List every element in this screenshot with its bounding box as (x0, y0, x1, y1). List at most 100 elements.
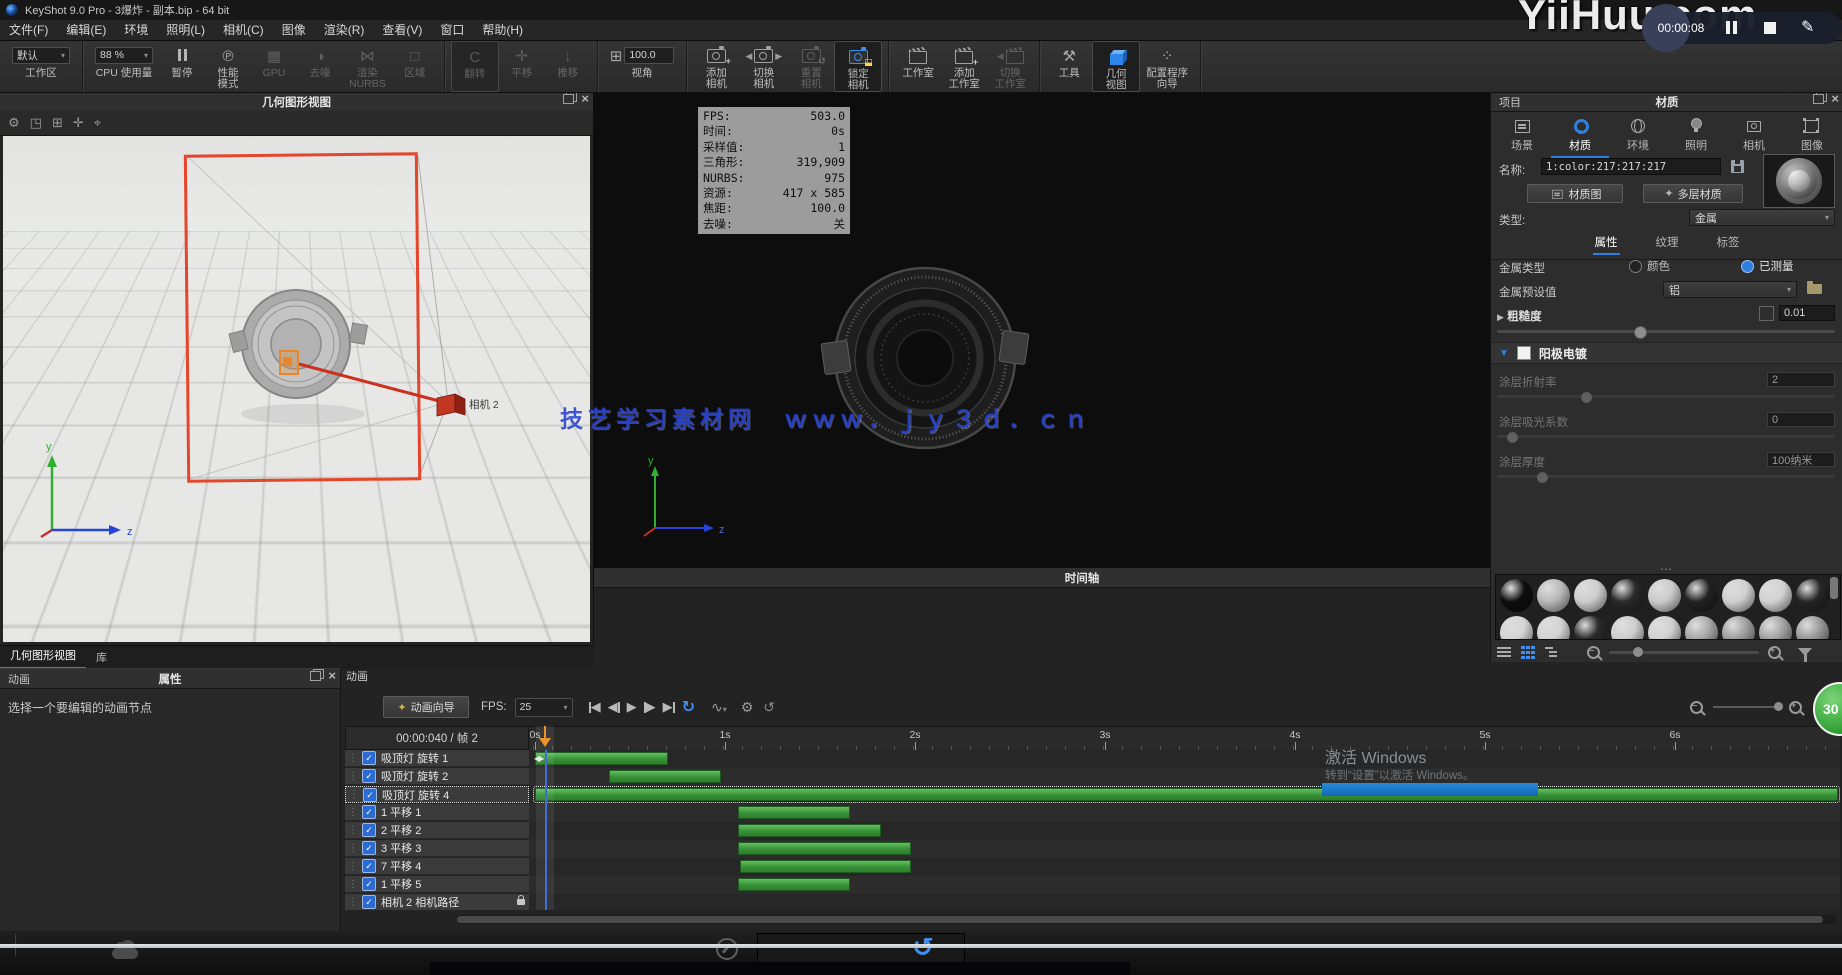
denoise-button[interactable]: ◑去噪 (297, 41, 343, 92)
material-name-field[interactable]: 1:color:217:217:217 (1541, 158, 1721, 175)
next-arrow-icon[interactable]: ▶ (775, 51, 782, 62)
performance-mode-button[interactable]: ℗性能模式 (205, 41, 251, 92)
track-name-row[interactable]: ⋮✓吸顶灯 旋转 1 (345, 750, 529, 767)
go-to-end-button[interactable]: ▶ (661, 699, 677, 715)
texture-checker-icon[interactable] (1759, 306, 1774, 321)
drag-dots-icon[interactable]: ⋮ (348, 879, 357, 890)
animation-bar[interactable] (738, 806, 850, 819)
library-material-9[interactable] (1498, 614, 1535, 640)
anodized-checkbox[interactable] (1517, 346, 1531, 360)
roughness-value-field[interactable]: 0.01 (1779, 305, 1835, 321)
track-checkbox[interactable]: ✓ (362, 769, 376, 783)
menu-item-7[interactable]: 查看(V) (373, 20, 431, 40)
radio-color[interactable]: 颜色 (1629, 258, 1670, 274)
configurator-wizard-button[interactable]: ⁘配置程序向导 (1140, 41, 1194, 92)
menu-item-0[interactable]: 文件(F) (0, 20, 57, 40)
timeline-scrollbar[interactable] (457, 915, 1837, 924)
material-type-select[interactable]: 金属▾ (1689, 209, 1835, 226)
library-material-0[interactable] (1498, 577, 1535, 614)
track-checkbox[interactable]: ✓ (362, 823, 376, 837)
playhead-line[interactable] (545, 750, 547, 910)
library-material-13[interactable] (1646, 614, 1683, 640)
drag-dots-icon[interactable]: ⋮ (349, 789, 358, 800)
grid-view-icon[interactable] (1521, 646, 1536, 659)
timeline-zoom-in-icon[interactable]: + (1789, 701, 1802, 714)
library-material-7[interactable] (1757, 577, 1794, 614)
coating-value-2[interactable]: 100纳米 (1767, 452, 1835, 467)
animation-wizard-button[interactable]: ✦动画向导 (383, 696, 469, 718)
thumbnail-size-slider[interactable] (1609, 651, 1759, 654)
tab-library[interactable]: 库 (86, 646, 117, 669)
float-window-icon[interactable] (1813, 94, 1824, 104)
expand-arrow-icon[interactable]: ▶ (1497, 312, 1504, 322)
drag-dots-icon[interactable]: ⋮ (348, 807, 357, 818)
geometry-view-button[interactable]: 几何视图 (1092, 41, 1140, 92)
play-button[interactable]: ▶ (625, 699, 639, 715)
field-of-view-button[interactable]: ⊞100.0视角 (604, 41, 681, 92)
library-material-2[interactable] (1572, 577, 1609, 614)
track-checkbox[interactable]: ✓ (362, 877, 376, 891)
track-checkbox[interactable]: ✓ (363, 788, 377, 802)
pan-button[interactable]: ✛平移 (499, 41, 545, 92)
menu-item-4[interactable]: 相机(C) (214, 20, 273, 40)
nav-tab-lighting[interactable]: 照明 (1667, 114, 1725, 159)
close-icon[interactable]: × (328, 671, 336, 681)
track-name-row[interactable]: ⋮✓1 平移 5 (345, 876, 529, 893)
switch-studio-button[interactable]: ◀切换工作室 (987, 41, 1033, 92)
gear-icon[interactable]: ⚙ (8, 115, 20, 131)
workspace-button[interactable]: 默认▾工作区 (6, 41, 76, 92)
coating-value-1[interactable]: 0 (1767, 412, 1835, 427)
drag-dots-icon[interactable]: ⋮ (348, 861, 357, 872)
menu-item-1[interactable]: 编辑(E) (57, 20, 115, 40)
track-checkbox[interactable]: ✓ (362, 859, 376, 873)
animation-bar[interactable] (738, 878, 850, 891)
menu-item-9[interactable]: 帮助(H) (473, 20, 532, 40)
track-name-row[interactable]: ⋮✓吸顶灯 旋转 4 (345, 786, 529, 803)
library-material-16[interactable] (1757, 614, 1794, 640)
filter-icon[interactable] (1798, 648, 1812, 656)
track-name-row[interactable]: ⋮✓7 平移 4 (345, 858, 529, 875)
tab-geometry-view[interactable]: 几何图形视图 (0, 644, 86, 669)
recorder-stop-icon[interactable] (1764, 22, 1776, 37)
library-material-5[interactable] (1683, 577, 1720, 614)
save-material-icon[interactable] (1731, 160, 1744, 173)
playhead-marker[interactable] (539, 738, 551, 747)
lock-camera-button[interactable]: ⬓锁定相机 (834, 41, 882, 92)
coating-slider-0[interactable] (1497, 395, 1835, 398)
video-progress-bar[interactable] (0, 944, 1842, 948)
timeline-zoom-out-icon[interactable]: ‒ (1690, 701, 1703, 714)
target-icon[interactable]: ⌖ (94, 115, 101, 131)
timeline-tab[interactable]: 动画 (346, 668, 368, 684)
tools-button[interactable]: ⚒工具 (1046, 41, 1092, 92)
anodized-section-header[interactable]: ▼ 阳极电镀 (1491, 342, 1842, 364)
geometry-viewport[interactable]: 相机 2 y z (3, 136, 590, 642)
cpu-usage-button[interactable]: 88 %▾CPU 使用量 (89, 41, 159, 92)
tumble-button[interactable]: C翻转 (451, 41, 499, 92)
drag-dots-icon[interactable]: ⋮ (348, 753, 357, 764)
animation-bar[interactable]: ◀▶ (535, 752, 668, 765)
drag-dots-icon[interactable]: ⋮ (348, 771, 357, 782)
track-name-row[interactable]: ⋮✓3 平移 3 (345, 840, 529, 857)
nav-tab-camera[interactable]: 相机 (1725, 114, 1783, 159)
tree-view-icon[interactable] (1545, 646, 1560, 659)
radio-measured[interactable]: 已测量 (1741, 258, 1794, 274)
prop-tab-2[interactable]: 标签 (1715, 234, 1742, 255)
step-forward-button[interactable]: ▶ (642, 699, 658, 715)
coating-slider-2[interactable] (1497, 475, 1835, 478)
drag-dots-icon[interactable]: ⋮ (348, 825, 357, 836)
loop-toggle[interactable]: ↻ (680, 697, 697, 717)
zoom-in-icon[interactable]: + (1768, 646, 1781, 659)
metal-preset-select[interactable]: 铝▾ (1663, 281, 1797, 298)
menu-item-8[interactable]: 窗口 (431, 20, 473, 40)
studio-button[interactable]: 工作室 (895, 41, 941, 92)
region-button[interactable]: □区域 (392, 41, 438, 92)
library-material-11[interactable] (1572, 614, 1609, 640)
track-checkbox[interactable]: ✓ (362, 895, 376, 909)
translate-gizmo[interactable] (280, 351, 298, 374)
pan-icon[interactable]: ✛ (73, 115, 84, 131)
drag-dots-icon[interactable]: ⋮ (348, 897, 357, 908)
curves-icon[interactable]: ∿▾ (711, 699, 727, 716)
recorder-pencil-icon[interactable]: ✎ (1801, 17, 1814, 37)
gpu-button[interactable]: ▦GPU (251, 41, 297, 92)
go-to-start-button[interactable]: ◀ (587, 699, 603, 715)
